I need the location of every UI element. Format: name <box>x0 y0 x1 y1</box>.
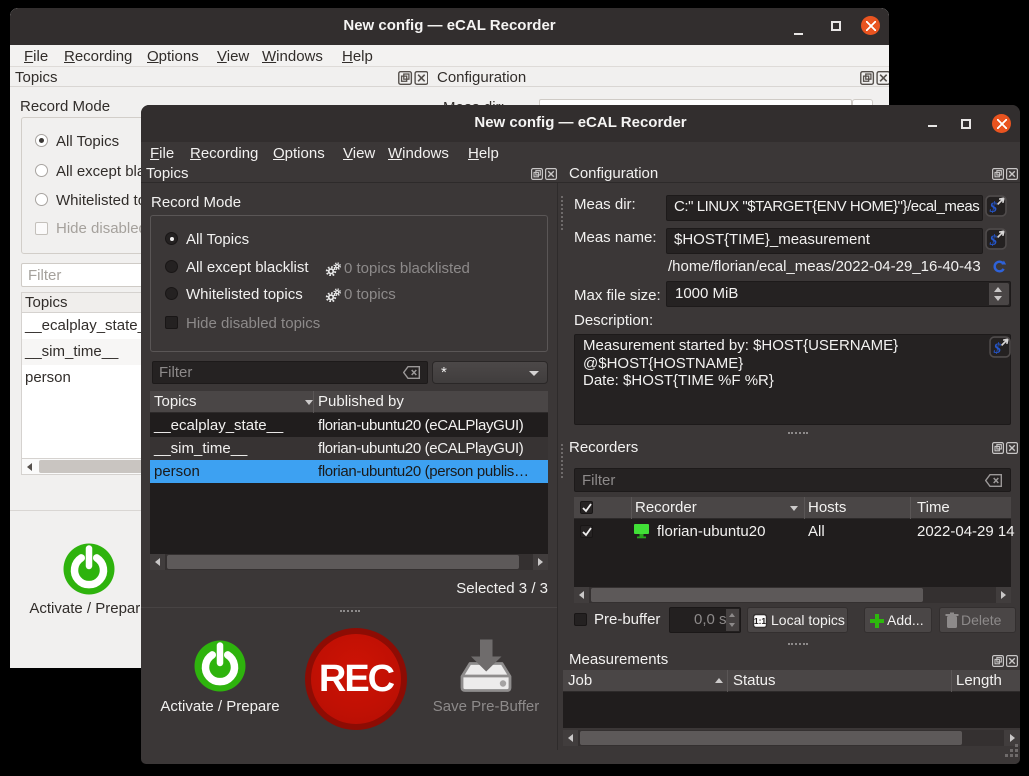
svg-text:1:1: 1:1 <box>754 616 767 626</box>
